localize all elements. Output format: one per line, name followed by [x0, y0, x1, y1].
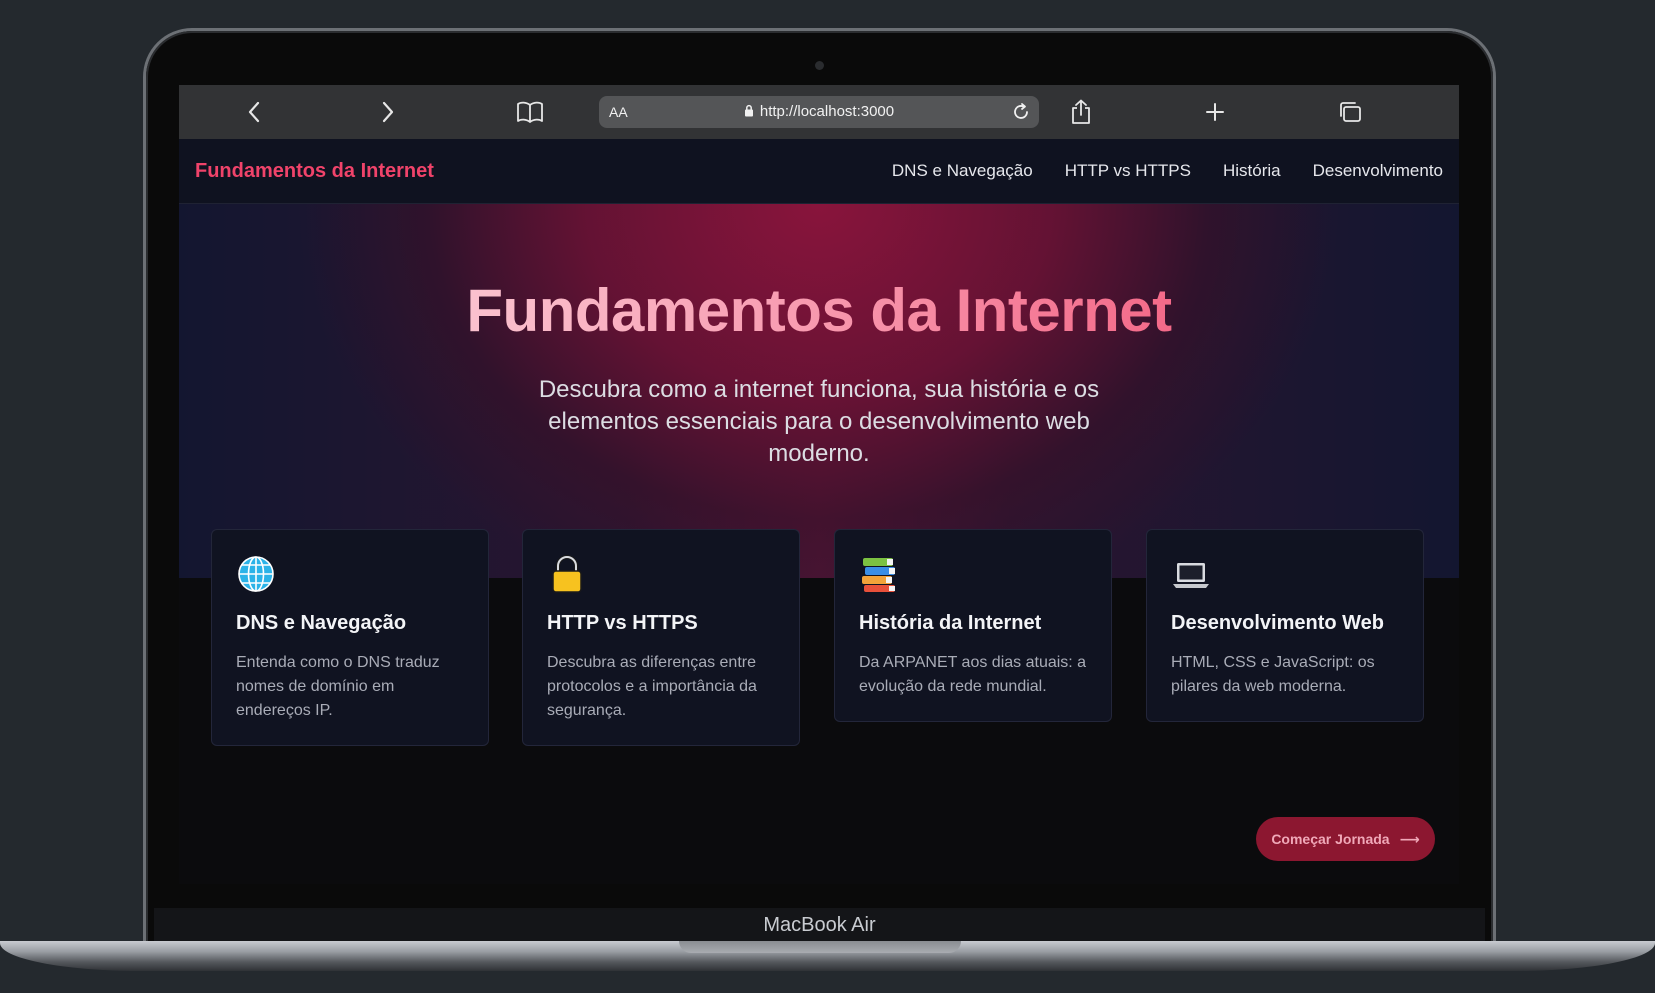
site-logo[interactable]: Fundamentos da Internet	[195, 160, 434, 183]
start-journey-button[interactable]: Começar Jornada ⟶	[1256, 817, 1435, 861]
bookmarks-icon[interactable]	[517, 99, 543, 125]
browser-toolbar: AA http://localhost:3000	[179, 85, 1459, 139]
reload-icon[interactable]	[1011, 102, 1031, 127]
arrow-right-icon: ⟶	[1399, 830, 1420, 847]
url-text: http://localhost:3000	[759, 103, 895, 120]
card-title: HTTP vs HTTPS	[547, 612, 698, 634]
nav-link-desenvolvimento[interactable]: Desenvolvimento	[1313, 161, 1443, 181]
card-historia[interactable]: História da Internet Da ARPANET aos dias…	[834, 529, 1112, 722]
nav-link-http[interactable]: HTTP vs HTTPS	[1065, 161, 1191, 181]
card-title: História da Internet	[859, 612, 1042, 634]
hero-section: Fundamentos da Internet Descubra como a …	[179, 204, 1459, 578]
share-icon[interactable]	[1068, 99, 1094, 125]
card-description: Descubra as diferenças entre protocolos …	[547, 654, 757, 719]
card-title: DNS e Navegação	[236, 612, 407, 634]
card-description: HTML, CSS e JavaScript: os pilares da we…	[1171, 654, 1375, 695]
address-bar[interactable]: AA http://localhost:3000	[599, 96, 1039, 128]
books-icon	[859, 554, 899, 594]
back-icon[interactable]	[241, 99, 267, 125]
lock-icon	[547, 554, 587, 594]
new-tab-icon[interactable]	[1202, 99, 1228, 125]
laptop-chin: MacBook Air	[154, 908, 1485, 941]
card-description: Da ARPANET aos dias atuais: a evolução d…	[859, 654, 1087, 695]
laptop-icon	[1171, 554, 1211, 594]
nav-links: DNS e Navegação HTTP vs HTTPS História D…	[892, 161, 1443, 181]
card-description: Entenda como o DNS traduz nomes de domín…	[236, 654, 440, 719]
lock-icon	[744, 104, 754, 121]
hero-subtitle: Descubra como a internet funciona, sua h…	[538, 376, 1100, 467]
card-http[interactable]: HTTP vs HTTPS Descubra as diferenças ent…	[522, 529, 800, 746]
laptop-notch	[679, 941, 961, 953]
hero-title: Fundamentos da Internet	[179, 276, 1459, 345]
card-title: Desenvolvimento Web	[1171, 612, 1385, 634]
cta-label: Começar Jornada	[1271, 831, 1390, 847]
forward-icon[interactable]	[375, 99, 401, 125]
site-navbar: Fundamentos da Internet DNS e Navegação …	[179, 139, 1459, 204]
screen: AA http://localhost:3000 Fundamentos da …	[179, 85, 1459, 884]
nav-link-historia[interactable]: História	[1223, 161, 1281, 181]
tabs-overview-icon[interactable]	[1337, 99, 1363, 125]
card-desenvolvimento[interactable]: Desenvolvimento Web HTML, CSS e JavaScri…	[1146, 529, 1424, 722]
nav-link-dns[interactable]: DNS e Navegação	[892, 161, 1033, 181]
camera-icon	[815, 61, 824, 70]
globe-icon	[236, 554, 276, 594]
device-label: MacBook Air	[763, 914, 876, 936]
card-dns[interactable]: DNS e Navegação Entenda como o DNS tradu…	[211, 529, 489, 746]
